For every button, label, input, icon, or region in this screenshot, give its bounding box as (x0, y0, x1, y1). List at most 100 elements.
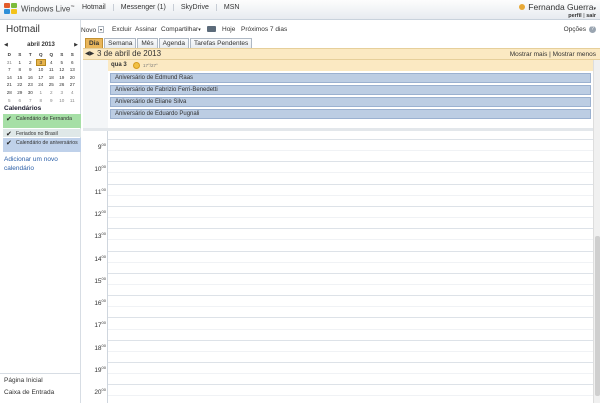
user-name-button[interactable]: Fernanda Guerra▾ (519, 2, 596, 12)
left-bottom-links: Página Inicial Caixa de Entrada (0, 373, 81, 398)
mini-calendar-day[interactable]: 11 (67, 97, 78, 105)
tab-week[interactable]: Semana (104, 38, 137, 48)
windows-live-logo[interactable]: Windows Live™ (4, 3, 74, 15)
mini-calendar-day[interactable]: 6 (15, 97, 26, 105)
mini-calendar-day[interactable]: 27 (67, 81, 78, 89)
event-birthday[interactable]: Aniversário de Edmund Raas (110, 73, 591, 83)
mini-calendar-day[interactable]: 21 (4, 81, 15, 89)
calendar-item-birthdays[interactable]: ✔ Calendário de aniversários (3, 138, 81, 152)
toolbar: Novo ▾ Excluir Assinar Compartilhar▾ Hoj… (81, 20, 600, 38)
dropdown-icon: ▾ (198, 27, 201, 33)
link-inbox[interactable]: Caixa de Entrada (0, 386, 81, 398)
mini-calendar-day[interactable]: 9 (46, 97, 57, 105)
date-nav: ◀▶ (85, 50, 94, 57)
hour-label: 1600 (94, 298, 106, 308)
mini-calendar-day[interactable]: 4 (67, 89, 78, 97)
scrollbar-thumb[interactable] (595, 236, 600, 396)
nav-hotmail[interactable]: Hotmail (75, 4, 113, 11)
date-actions: Mostrar mais | Mostrar menos (509, 51, 596, 58)
mini-calendar-day[interactable]: 26 (57, 81, 68, 89)
new-button[interactable]: Novo ▾ (81, 26, 105, 34)
nav-skydrive[interactable]: SkyDrive (172, 4, 216, 11)
event-birthday[interactable]: Aniversário de Fabrizio Ferri-Benedetti (110, 85, 591, 95)
mini-calendar-day[interactable]: 6 (67, 59, 78, 67)
mini-calendar-day[interactable]: 13 (67, 66, 78, 74)
hour-label: 1700 (94, 320, 106, 330)
time-gutter: 900 1000 1100 1200 1300 1400 1500 1600 1700 1800 1… (83, 131, 108, 403)
mini-calendar-day[interactable]: 29 (15, 89, 26, 97)
next-day-icon[interactable]: ▶ (90, 51, 95, 57)
mini-calendar-day[interactable]: 20 (67, 74, 78, 82)
add-calendar-link[interactable]: Adicionar um novo calendário (4, 155, 78, 173)
tab-tasks[interactable]: Tarefas Pendentes (190, 38, 253, 48)
nav-messenger[interactable]: Messenger (1) (112, 4, 173, 11)
half-hour-line (108, 350, 593, 352)
tab-month[interactable]: Mês (137, 38, 158, 48)
mini-calendar-day[interactable]: 22 (15, 81, 26, 89)
half-hour-line (108, 172, 593, 174)
tab-agenda[interactable]: Agenda (158, 38, 190, 48)
mini-calendar-day[interactable]: 12 (57, 66, 68, 74)
subscribe-button[interactable]: Assinar (135, 26, 157, 33)
mini-calendar-day[interactable]: 19 (57, 74, 68, 82)
options-button[interactable]: Opções (564, 26, 586, 33)
checkmark-icon[interactable]: ✔ (6, 116, 12, 123)
mini-calendar-day[interactable]: 23 (25, 81, 36, 89)
next-month-icon[interactable]: ▶ (74, 42, 78, 48)
show-less-link[interactable]: Mostrar menos (553, 51, 596, 58)
tab-day[interactable]: Dia (85, 38, 104, 48)
today-button[interactable]: Hoje (222, 26, 235, 33)
show-more-link[interactable]: Mostrar mais (510, 51, 548, 58)
event-birthday[interactable]: Aniversário de Eliane Silva (110, 97, 591, 107)
hour-line (108, 250, 593, 252)
checkmark-icon[interactable]: ✔ (6, 140, 12, 147)
brand-title[interactable]: Hotmail (6, 24, 40, 35)
mini-calendar-day[interactable]: 15 (15, 74, 26, 82)
prev-month-icon[interactable]: ◀ (4, 42, 8, 48)
mini-calendar-day[interactable]: 14 (4, 74, 15, 82)
mini-calendar-day[interactable]: 7 (4, 66, 15, 74)
event-birthday[interactable]: Aniversário de Eduardo Pugnali (110, 109, 591, 119)
mini-calendar-day[interactable]: 8 (36, 97, 47, 105)
nav-msn[interactable]: MSN (215, 4, 247, 11)
mini-calendar-day[interactable]: 9 (25, 66, 36, 74)
day-label[interactable]: qua 3 (111, 62, 127, 68)
mini-calendar-day[interactable]: 16 (25, 74, 36, 82)
mini-calendar-day[interactable]: 10 (57, 97, 68, 105)
checkmark-icon[interactable]: ✔ (6, 131, 12, 138)
mini-calendar-day[interactable]: 30 (25, 89, 36, 97)
mini-calendar-day[interactable]: 18 (46, 74, 57, 82)
mini-calendar-day[interactable]: 2 (25, 59, 36, 67)
mini-calendar-day[interactable]: 11 (46, 66, 57, 74)
mini-calendar-day[interactable]: 7 (25, 97, 36, 105)
mini-calendar-day[interactable]: 31 (4, 59, 15, 67)
mini-calendar-day[interactable]: 24 (36, 81, 47, 89)
profile-link[interactable]: perfil (568, 13, 581, 19)
next-7-days-button[interactable]: Próximos 7 dias (241, 26, 287, 33)
mini-calendar-day[interactable]: 5 (57, 59, 68, 67)
calendar-item-holidays[interactable]: ✔ Feriados no Brasil (3, 129, 81, 138)
calendar-item-fernanda[interactable]: ✔ Calendário de Fernanda (3, 114, 81, 128)
mini-calendar-day[interactable]: 1 (15, 59, 26, 67)
help-icon[interactable]: ? (589, 26, 596, 33)
mini-calendar-day[interactable]: 17 (36, 74, 47, 82)
print-button[interactable] (207, 26, 216, 33)
half-hour-line (108, 150, 593, 152)
share-button[interactable]: Compartilhar▾ (161, 26, 201, 33)
mini-calendar-day[interactable]: 10 (36, 66, 47, 74)
signout-link[interactable]: sair (586, 13, 596, 19)
scrollbar[interactable] (593, 60, 600, 403)
link-home[interactable]: Página Inicial (0, 374, 81, 386)
mini-calendar-day[interactable]: 3 (35, 58, 46, 67)
mini-calendar-day[interactable]: 3 (57, 89, 68, 97)
mini-calendar-day[interactable]: 25 (46, 81, 57, 89)
hour-label: 900 (97, 142, 106, 151)
mini-calendar-day[interactable]: 8 (15, 66, 26, 74)
delete-button[interactable]: Excluir (112, 26, 132, 33)
mini-calendar-day[interactable]: 2 (46, 89, 57, 97)
mini-calendar-day[interactable]: 4 (46, 59, 57, 67)
mini-calendar-day[interactable]: 1 (36, 89, 47, 97)
mini-calendar-day[interactable]: 28 (4, 89, 15, 97)
mini-calendar-day[interactable]: 5 (4, 97, 15, 105)
time-grid[interactable] (108, 131, 593, 403)
